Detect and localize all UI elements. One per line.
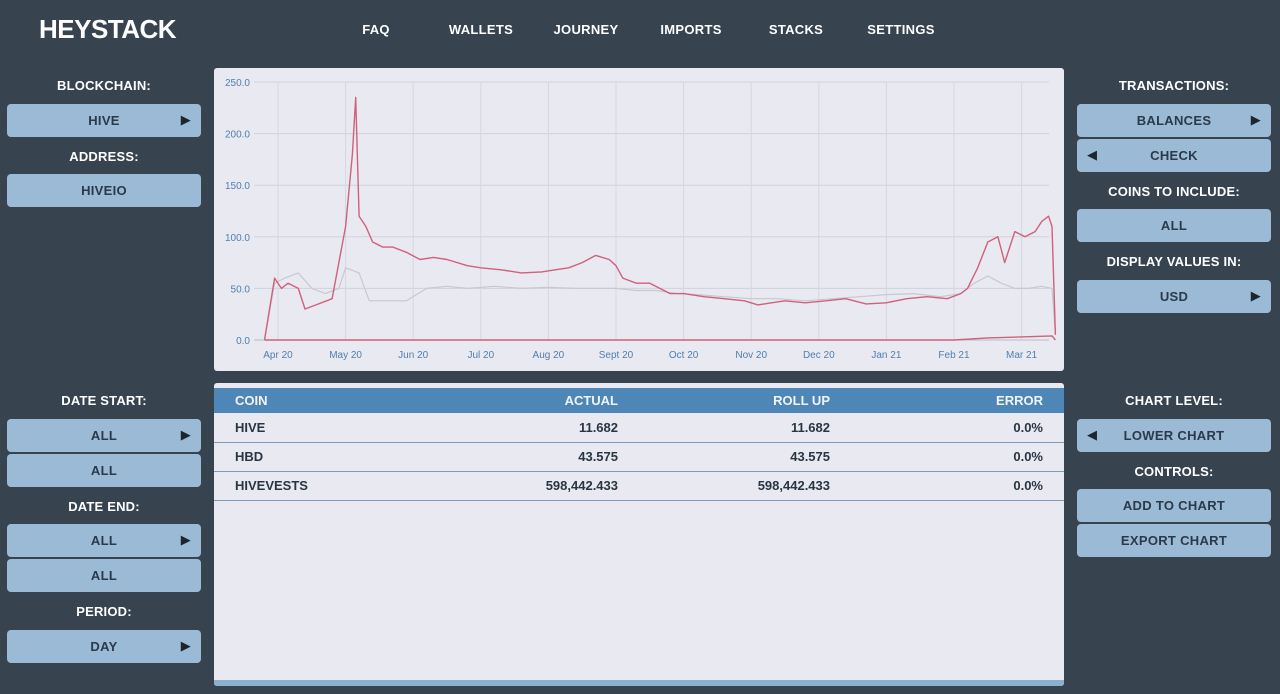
nav-faq[interactable]: FAQ	[362, 22, 390, 37]
y-tick-label: 0.0	[236, 336, 250, 347]
date-end-sub-value: ALL	[90, 568, 118, 583]
error-cell: 0.0%	[1013, 478, 1043, 493]
coins-to-include-value: ALL	[1160, 218, 1188, 233]
x-tick-label: May 20	[329, 350, 362, 361]
date-start-select[interactable]: ALL ▶	[7, 419, 201, 452]
table-row[interactable]: HIVEVESTS 598,442.433 598,442.433 0.0%	[214, 471, 1064, 501]
date-start-sub-button[interactable]: ALL	[7, 454, 201, 487]
header-error[interactable]: ERROR	[996, 393, 1043, 408]
period-select[interactable]: DAY ▶	[7, 630, 201, 663]
address-label: ADDRESS:	[69, 149, 139, 164]
y-tick-label: 150.0	[225, 181, 250, 192]
play-right-icon: ▶	[180, 638, 191, 653]
balances-label: BALANCES	[1136, 113, 1212, 128]
date-end-value: ALL	[90, 533, 118, 548]
table-row[interactable]: HIVE 11.682 11.682 0.0%	[214, 413, 1064, 443]
play-right-icon: ▶	[1250, 112, 1261, 127]
check-button[interactable]: ◀ CHECK	[1077, 139, 1271, 172]
x-tick-label: Sept 20	[599, 350, 634, 361]
blockchain-label: BLOCKCHAIN:	[57, 78, 151, 93]
nav-wallets[interactable]: WALLETS	[449, 22, 513, 37]
play-right-icon: ▶	[180, 427, 191, 442]
coins-to-include-label: COINS TO INCLUDE:	[1108, 184, 1240, 199]
add-to-chart-label: ADD TO CHART	[1122, 498, 1226, 513]
x-tick-label: Aug 20	[533, 350, 565, 361]
app-logo[interactable]: HEYSTACK	[39, 14, 177, 45]
period-label: PERIOD:	[76, 604, 132, 619]
roll-up-cell: 43.575	[790, 449, 830, 464]
play-right-icon: ▶	[1250, 288, 1261, 303]
export-chart-label: EXPORT CHART	[1120, 533, 1228, 548]
coin-cell: HBD	[235, 449, 264, 464]
blockchain-value: HIVE	[88, 113, 120, 128]
display-values-label: DISPLAY VALUES IN:	[1106, 254, 1242, 269]
controls-label: CONTROLS:	[1134, 464, 1214, 479]
y-tick-label: 100.0	[225, 233, 250, 244]
date-end-select[interactable]: ALL ▶	[7, 524, 201, 557]
y-tick-label: 50.0	[231, 284, 251, 295]
nav-settings[interactable]: SETTINGS	[867, 22, 934, 37]
blockchain-select[interactable]: HIVE ▶	[7, 104, 201, 137]
x-tick-label: Apr 20	[263, 350, 293, 361]
x-tick-label: Oct 20	[669, 350, 699, 361]
address-value: HIVEIO	[81, 183, 127, 198]
play-right-icon: ▶	[180, 112, 191, 127]
header-actual[interactable]: ACTUAL	[565, 393, 618, 408]
nav-stacks[interactable]: STACKS	[769, 22, 823, 37]
coins-to-include-button[interactable]: ALL	[1077, 209, 1271, 242]
header-coin[interactable]: COIN	[235, 393, 268, 408]
top-nav: FAQ WALLETS JOURNEY IMPORTS STACKS SETTI…	[320, 22, 960, 42]
date-start-value: ALL	[90, 428, 118, 443]
actual-cell: 11.682	[578, 420, 618, 435]
add-to-chart-button[interactable]: ADD TO CHART	[1077, 489, 1271, 522]
coin-cell: HIVE	[235, 420, 266, 435]
coin-cell: HIVEVESTS	[235, 478, 308, 493]
table-row[interactable]: HBD 43.575 43.575 0.0%	[214, 442, 1064, 472]
balances-table: COIN ACTUAL ROLL UP ERROR HIVE 11.682 11…	[214, 383, 1064, 686]
address-button[interactable]: HIVEIO	[7, 174, 201, 207]
chart-level-value: LOWER CHART	[1123, 428, 1225, 443]
chart-level-label: CHART LEVEL:	[1125, 393, 1223, 408]
check-label: CHECK	[1150, 148, 1198, 163]
chart-panel[interactable]: 0.0 50.0 100.0 150.0 200.0 250.0 Apr 20 May 20 J…	[214, 68, 1064, 371]
table-scrollbar[interactable]	[214, 680, 1064, 686]
nav-journey[interactable]: JOURNEY	[554, 22, 619, 37]
roll-up-cell: 11.682	[790, 420, 830, 435]
x-tick-label: Jul 20	[467, 350, 494, 361]
series-line	[263, 267, 1056, 341]
x-tick-label: Dec 20	[803, 350, 835, 361]
error-cell: 0.0%	[1013, 420, 1043, 435]
date-start-label: DATE START:	[61, 393, 147, 408]
play-right-icon: ▶	[180, 532, 191, 547]
x-tick-label: Nov 20	[735, 350, 767, 361]
x-tick-label: Jan 21	[871, 350, 901, 361]
x-tick-label: Feb 21	[938, 350, 970, 361]
export-chart-button[interactable]: EXPORT CHART	[1077, 524, 1271, 557]
display-values-value: USD	[1159, 289, 1189, 304]
display-values-select[interactable]: USD ▶	[1077, 280, 1271, 313]
balances-button[interactable]: BALANCES ▶	[1077, 104, 1271, 137]
period-value: DAY	[90, 639, 118, 654]
y-tick-label: 200.0	[225, 130, 250, 141]
actual-cell: 598,442.433	[545, 478, 618, 493]
actual-cell: 43.575	[578, 449, 618, 464]
nav-imports[interactable]: IMPORTS	[660, 22, 721, 37]
roll-up-cell: 598,442.433	[757, 478, 830, 493]
play-left-icon: ◀	[1087, 427, 1098, 442]
x-tick-label: Mar 21	[1006, 350, 1038, 361]
error-cell: 0.0%	[1013, 449, 1043, 464]
date-start-sub-value: ALL	[90, 463, 118, 478]
x-tick-label: Jun 20	[398, 350, 428, 361]
date-end-label: DATE END:	[68, 499, 140, 514]
header-roll-up[interactable]: ROLL UP	[773, 393, 830, 408]
table-header: COIN ACTUAL ROLL UP ERROR	[214, 388, 1064, 413]
transactions-label: TRANSACTIONS:	[1118, 78, 1230, 93]
y-tick-label: 250.0	[225, 78, 250, 89]
play-left-icon: ◀	[1087, 147, 1098, 162]
date-end-sub-button[interactable]: ALL	[7, 559, 201, 592]
chart-level-select[interactable]: ◀ LOWER CHART	[1077, 419, 1271, 452]
series-line	[264, 335, 1056, 341]
balance-chart[interactable]: 0.0 50.0 100.0 150.0 200.0 250.0 Apr 20 May 20 J…	[214, 68, 1064, 371]
